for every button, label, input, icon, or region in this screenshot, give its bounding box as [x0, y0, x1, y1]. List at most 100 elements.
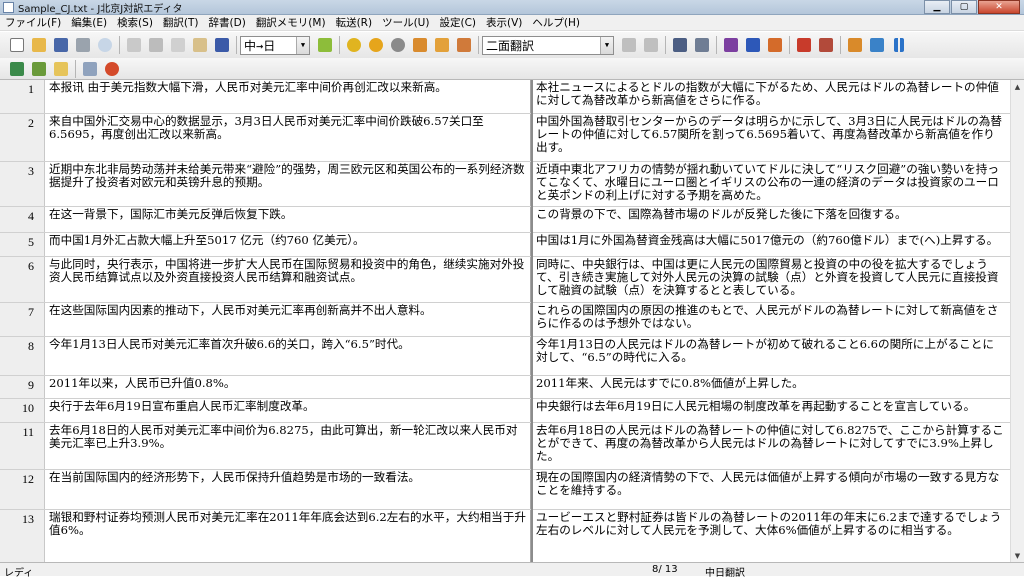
print-button[interactable]: [74, 36, 92, 54]
source-cell[interactable]: 瑞银和野村证券均预测人民币对美元汇率在2011年年底会达到6.2左右的水平，大约…: [45, 510, 531, 562]
find-button[interactable]: [213, 36, 231, 54]
pen-button[interactable]: [766, 36, 784, 54]
next-button[interactable]: [642, 36, 660, 54]
print-pair-button[interactable]: [817, 36, 835, 54]
dictionary-button[interactable]: [411, 36, 429, 54]
table-row[interactable]: 1 本报讯 由于美元指数大幅下滑，人民币对美元汇率中间价再创汇改以来新高。 本社…: [0, 80, 1024, 114]
row-number: 12: [0, 470, 45, 509]
table-row[interactable]: 12 在当前国际国内的经济形势下，人民币保持升值趋势是市场的一致看法。 現在の国…: [0, 470, 1024, 510]
dictionary-lookup-button[interactable]: [671, 36, 689, 54]
target-cell[interactable]: 中央銀行は去年6月19日に人民元相場の制度改革を再起動することを宣言している。: [532, 399, 1008, 422]
translate-sentence-button[interactable]: [345, 36, 363, 54]
table-row[interactable]: 3 近期中东北非局势动荡并未给美元带来“避险”的强势，周三欧元区和英国公布的一系…: [0, 162, 1024, 207]
export-button[interactable]: [795, 36, 813, 54]
pause-button[interactable]: [890, 36, 908, 54]
source-cell[interactable]: 而中国1月外汇占款大幅上升至5017 亿元（约760 亿美元）。: [45, 233, 531, 256]
close-button[interactable]: ✕: [978, 0, 1020, 14]
table-row[interactable]: 13 瑞银和野村证券均预测人民币对美元汇率在2011年年底会达到6.2左右的水平…: [0, 510, 1024, 562]
source-cell[interactable]: 央行于去年6月19日宣布重启人民币汇率制度改革。: [45, 399, 531, 422]
speak-all-button[interactable]: [868, 36, 886, 54]
menu-view[interactable]: 表示(V): [481, 15, 527, 30]
translation-direction-select[interactable]: 中→日 ▼: [240, 35, 310, 55]
table-row[interactable]: 6 与此同时，央行表示，中国将进一步扩大人民币在国际贸易和投资中的角色，继续实施…: [0, 257, 1024, 303]
target-cell[interactable]: 中国は1月に外国為替資金残高は大幅に5017億元の（約760億ドル）まで(へ)上…: [532, 233, 1008, 256]
minimize-button[interactable]: ▁: [924, 0, 950, 14]
source-cell[interactable]: 在这些国际国内因素的推动下，人民币对美元汇率再创新高并不出人意料。: [45, 303, 531, 336]
bilingual-editor-grid[interactable]: 1 本报讯 由于美元指数大幅下滑，人民币对美元汇率中间价再创汇改以来新高。 本社…: [0, 80, 1024, 562]
view-mode-select[interactable]: 二面翻訳 ▼: [482, 35, 614, 55]
transfer-button[interactable]: [455, 36, 473, 54]
table-row[interactable]: 2 来自中国外汇交易中心的数据显示，3月3日人民币对美元汇率中间价跌破6.57关…: [0, 114, 1024, 162]
source-cell[interactable]: 本报讯 由于美元指数大幅下滑，人民币对美元汇率中间价再创汇改以来新高。: [45, 80, 531, 113]
save-button[interactable]: [52, 36, 70, 54]
new-file-button[interactable]: [8, 36, 26, 54]
pane-divider[interactable]: [531, 80, 533, 562]
speaker-icon: [848, 38, 862, 52]
copy-button[interactable]: [169, 36, 187, 54]
menu-translation-memory[interactable]: 翻訳メモリ(M): [251, 15, 331, 30]
menu-search[interactable]: 検索(S): [112, 15, 158, 30]
settings-button[interactable]: [693, 36, 711, 54]
fx2-button[interactable]: [30, 60, 48, 78]
target-cell[interactable]: これらの国際国内の原因の推進のもとで、人民元がドルの為替レートに対して新高値をさ…: [532, 303, 1008, 336]
table-row[interactable]: 10 央行于去年6月19日宣布重启人民币汇率制度改革。 中央銀行は去年6月19日…: [0, 399, 1024, 423]
menu-tools[interactable]: ツール(U): [377, 15, 434, 30]
target-cell[interactable]: 近頃中東北アフリカの情勢が揺れ動いていてドルに決して“リスク回避”の強い勢いを持…: [532, 162, 1008, 206]
target-cell[interactable]: この背景の下で、国際為替市場のドルが反発した後に下落を回復する。: [532, 207, 1008, 232]
source-cell[interactable]: 在这一背景下，国际汇市美元反弹后恢复下跌。: [45, 207, 531, 232]
table-row[interactable]: 9 2011年以来，人民币已升值0.8%。 2011年来、人民元はすでに0.8%…: [0, 376, 1024, 399]
fx-button[interactable]: [8, 60, 26, 78]
target-cell[interactable]: ユービーエスと野村証券は皆ドルの為替レートの2011年の年末に6.2まで達するで…: [532, 510, 1008, 562]
target-cell[interactable]: 今年1月13日の人民元はドルの為替レートが初めて破れること6.6の関所に上がるこ…: [532, 337, 1008, 375]
stop-button[interactable]: [389, 36, 407, 54]
row-number: 11: [0, 423, 45, 469]
books-button[interactable]: [722, 36, 740, 54]
row-number: 9: [0, 376, 45, 398]
source-cell[interactable]: 今年1月13日人民币对美元汇率首次升破6.6的关口，跨入“6.5”时代。: [45, 337, 531, 375]
menu-file[interactable]: ファイル(F): [0, 15, 66, 30]
mail-button[interactable]: [52, 60, 70, 78]
menu-translate[interactable]: 翻訳(T): [158, 15, 204, 30]
preview-button[interactable]: [96, 36, 114, 54]
source-cell[interactable]: 去年6月18日的人民币对美元汇率中间价为6.8275，由此可算出，新一轮汇改以来…: [45, 423, 531, 469]
window-layout-button[interactable]: [81, 60, 99, 78]
target-cell[interactable]: 去年6月18日の人民元はドルの為替レートの仲値に対して6.8275で、ここから計…: [532, 423, 1008, 469]
table-row[interactable]: 5 而中国1月外汇占款大幅上升至5017 亿元（约760 亿美元）。 中国は1月…: [0, 233, 1024, 257]
menu-edit[interactable]: 編集(E): [66, 15, 112, 30]
table-row[interactable]: 11 去年6月18日的人民币对美元汇率中间价为6.8275，由此可算出，新一轮汇…: [0, 423, 1024, 470]
target-cell[interactable]: 中国外国為替取引センターからのデータは明らかに示して、3月3日に人民元はドルの為…: [532, 114, 1008, 161]
menu-settings[interactable]: 設定(C): [434, 15, 481, 30]
table-row[interactable]: 7 在这些国际国内因素的推动下，人民币对美元汇率再创新高并不出人意料。 これらの…: [0, 303, 1024, 337]
target-cell[interactable]: 同時に、中央銀行は、中国は更に人民元の国際貿易と投資の中の役を拡大するでしょうて…: [532, 257, 1008, 302]
source-cell[interactable]: 与此同时，央行表示，中国将进一步扩大人民币在国际贸易和投资中的角色，继续实施对外…: [45, 257, 531, 302]
menu-transfer[interactable]: 転送(R): [331, 15, 378, 30]
translate-all-button[interactable]: [367, 36, 385, 54]
cut-button[interactable]: [147, 36, 165, 54]
menu-help[interactable]: ヘルプ(H): [527, 15, 585, 30]
target-cell[interactable]: 現在の国際国内の経済情勢の下で、人民元は価値が上昇する傾向が市場の一致する見方な…: [532, 470, 1008, 509]
source-cell[interactable]: 来自中国外汇交易中心的数据显示，3月3日人民币对美元汇率中间价跌破6.57关口至…: [45, 114, 531, 161]
disabled-icon: [622, 38, 636, 52]
translate-button[interactable]: [316, 36, 334, 54]
open-file-button[interactable]: [30, 36, 48, 54]
prev-button[interactable]: [620, 36, 638, 54]
undo-button[interactable]: [125, 36, 143, 54]
memory-button[interactable]: [433, 36, 451, 54]
source-cell[interactable]: 在当前国际国内的经济形势下，人民币保持升值趋势是市场的一致看法。: [45, 470, 531, 509]
vertical-scrollbar[interactable]: ▲ ▼: [1010, 80, 1024, 562]
target-cell[interactable]: 本社ニュースによるとドルの指数が大幅に下がるため、人民元はドルの為替レートの仲値…: [532, 80, 1008, 113]
table-row[interactable]: 4 在这一背景下，国际汇市美元反弹后恢复下跌。 この背景の下で、国際為替市場のド…: [0, 207, 1024, 233]
source-cell[interactable]: 2011年以来，人民币已升值0.8%。: [45, 376, 531, 398]
paste-button[interactable]: [191, 36, 209, 54]
status-position: 8/ 13: [652, 564, 678, 575]
maximize-button[interactable]: ▢: [951, 0, 977, 14]
target-cell[interactable]: 2011年来、人民元はすでに0.8%価値が上昇した。: [532, 376, 1008, 398]
scroll-down-icon[interactable]: ▼: [1011, 549, 1024, 562]
help-button[interactable]: [103, 60, 121, 78]
source-cell[interactable]: 近期中东北非局势动荡并未给美元带来“避险”的强势，周三欧元区和英国公布的一系列经…: [45, 162, 531, 206]
menu-dictionary[interactable]: 辞書(D): [204, 15, 251, 30]
speak-button[interactable]: [846, 36, 864, 54]
table-row[interactable]: 8 今年1月13日人民币对美元汇率首次升破6.6的关口，跨入“6.5”时代。 今…: [0, 337, 1024, 376]
scroll-up-icon[interactable]: ▲: [1011, 80, 1024, 93]
user-dictionary-button[interactable]: [744, 36, 762, 54]
